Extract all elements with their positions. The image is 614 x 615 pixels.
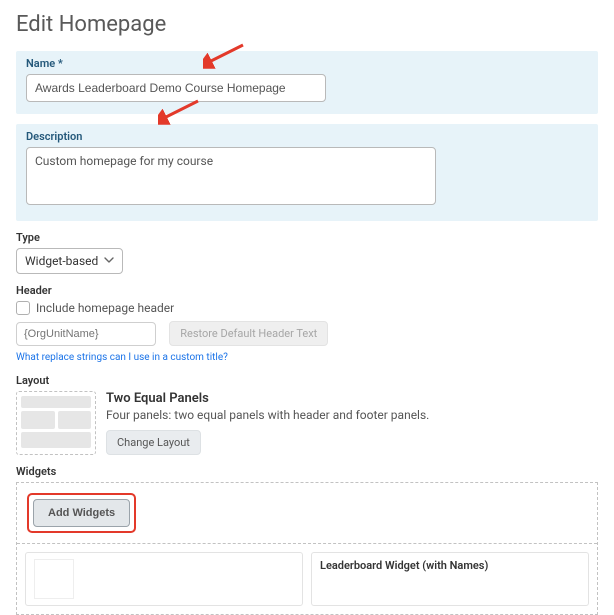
description-input[interactable] — [26, 147, 436, 205]
include-header-checkbox-label: Include homepage header — [36, 301, 174, 315]
widget-left-panel — [25, 552, 303, 606]
name-label: Name * — [26, 57, 588, 70]
header-section: Header Include homepage header Restore D… — [16, 284, 598, 364]
description-field-block: Description — [16, 124, 598, 221]
layout-thumb-footer — [21, 432, 91, 448]
layout-title: Two Equal Panels — [106, 391, 598, 406]
layout-thumb-left — [21, 411, 55, 429]
description-label: Description — [26, 130, 588, 143]
widgets-section: Widgets Add Widgets Leaderboard Widget (… — [16, 465, 598, 615]
widget-right-panel-title: Leaderboard Widget (with Names) — [320, 559, 580, 572]
header-title-input[interactable] — [16, 322, 156, 346]
change-layout-button[interactable]: Change Layout — [106, 430, 201, 455]
type-section: Type Widget-based — [16, 231, 598, 274]
name-input[interactable] — [26, 74, 326, 102]
header-label: Header — [16, 284, 598, 297]
widget-right-panel: Leaderboard Widget (with Names) — [311, 552, 589, 606]
layout-description: Four panels: two equal panels with heade… — [106, 408, 598, 422]
widget-placeholder — [34, 559, 74, 599]
layout-thumb-header — [21, 396, 91, 408]
page-title: Edit Homepage — [16, 12, 598, 37]
type-select[interactable]: Widget-based — [16, 248, 123, 274]
replace-strings-help-link[interactable]: What replace strings can I use in a cust… — [16, 352, 228, 363]
layout-section: Layout Two Equal Panels Four panels: two… — [16, 374, 598, 455]
type-selected-value: Widget-based — [25, 254, 98, 268]
layout-thumb-right — [58, 411, 92, 429]
name-field-block: Name * — [16, 51, 598, 114]
widgets-canvas: Add Widgets Leaderboard Widget (with Nam… — [16, 482, 598, 615]
widgets-label: Widgets — [16, 465, 598, 478]
chevron-down-icon — [104, 254, 114, 268]
add-widgets-highlight: Add Widgets — [27, 493, 136, 533]
widgets-header-panel: Add Widgets — [17, 483, 597, 544]
layout-thumbnail — [16, 391, 96, 455]
layout-label: Layout — [16, 374, 598, 387]
type-label: Type — [16, 231, 598, 244]
include-header-checkbox[interactable] — [16, 301, 30, 315]
restore-header-button: Restore Default Header Text — [169, 321, 328, 346]
add-widgets-button[interactable]: Add Widgets — [33, 499, 130, 527]
